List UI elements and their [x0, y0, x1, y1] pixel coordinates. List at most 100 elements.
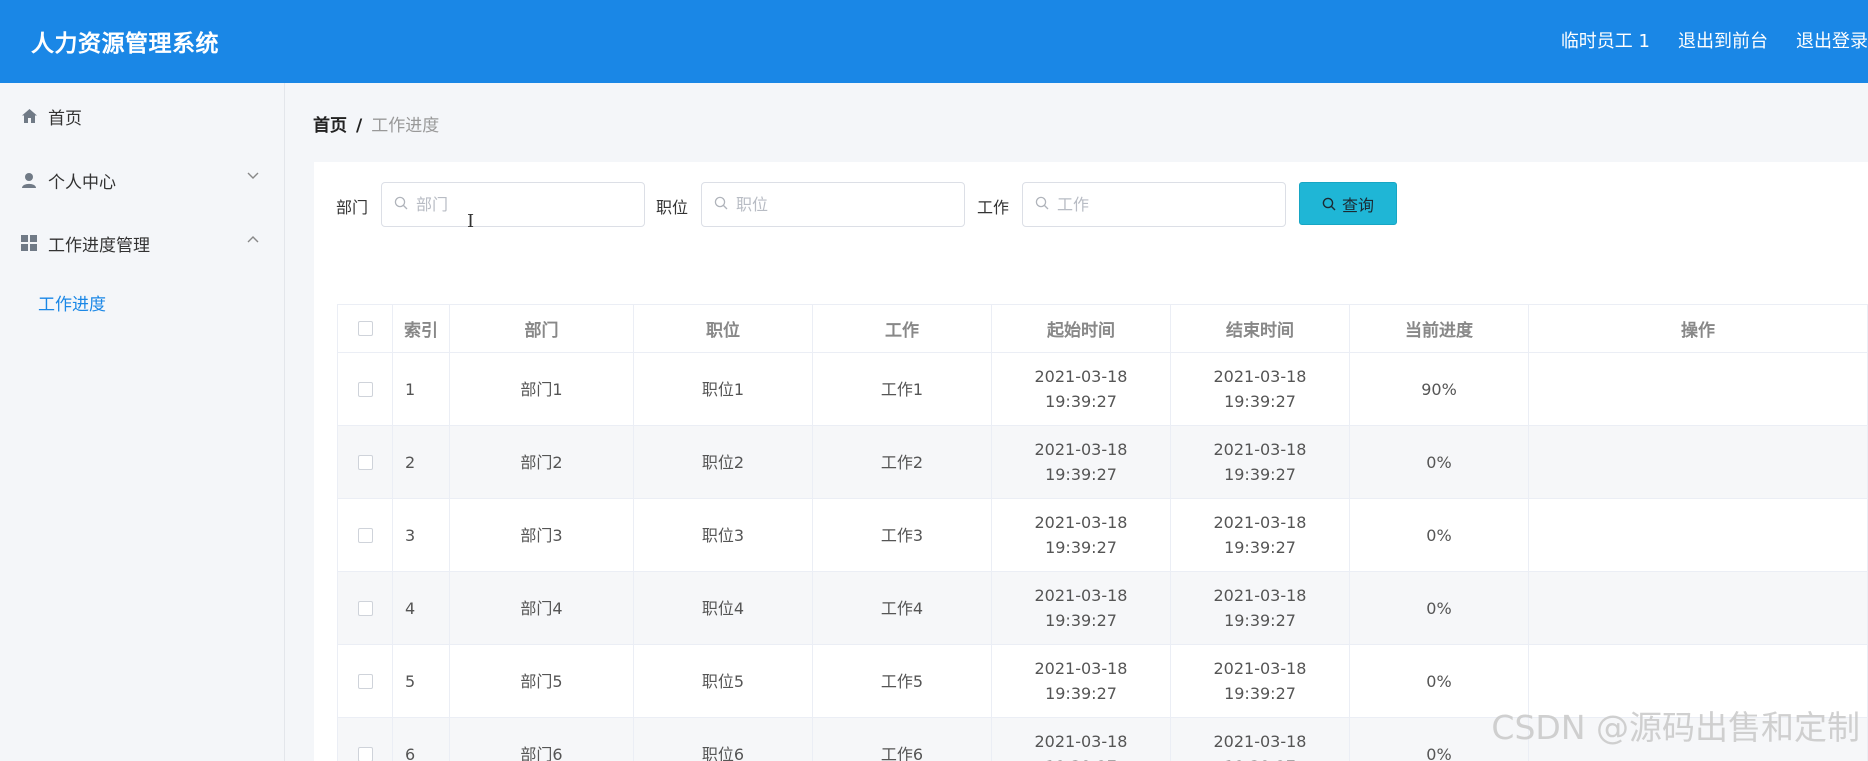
search-icon	[394, 195, 408, 214]
cell-start-time: 2021-03-18 19:39:27	[992, 499, 1171, 571]
cell-job: 工作3	[813, 499, 992, 571]
cell-job: 工作1	[813, 353, 992, 425]
user-icon	[20, 171, 38, 189]
job-search-input[interactable]	[1057, 195, 1277, 214]
column-header-start-time: 起始时间	[992, 305, 1171, 352]
job-label: 工作	[977, 198, 1010, 217]
cell-position: 职位1	[634, 353, 813, 425]
cell-progress: 0%	[1350, 572, 1529, 644]
cell-end-time: 2021-03-18 19:39:27	[1171, 499, 1350, 571]
cell-end-time: 2021-03-18 19:39:27	[1171, 353, 1350, 425]
row-select-cell	[337, 353, 393, 425]
cell-index: 1	[393, 353, 450, 425]
sidebar-item-home[interactable]: 首页	[0, 91, 285, 141]
exit-to-front-link[interactable]: 退出到前台	[1678, 27, 1768, 53]
table-row: 3 部门3 职位3 工作3 2021-03-18 19:39:27 2021-0…	[337, 499, 1868, 572]
cell-dept: 部门2	[450, 426, 634, 498]
search-form: 部门 职位 工作	[314, 182, 1868, 227]
dept-search-input[interactable]	[416, 195, 636, 214]
select-all-cell	[337, 305, 393, 352]
cell-job: 工作2	[813, 426, 992, 498]
column-header-index: 索引	[393, 305, 450, 352]
cell-job: 工作5	[813, 645, 992, 717]
column-header-end-time: 结束时间	[1171, 305, 1350, 352]
sidebar-item-personal-center[interactable]: 个人中心	[0, 155, 285, 205]
row-select-cell	[337, 718, 393, 761]
table-row: 4 部门4 职位4 工作4 2021-03-18 19:39:27 2021-0…	[337, 572, 1868, 645]
cell-end-time: 2021-03-18 19:39:27	[1171, 572, 1350, 644]
sidebar-item-work-progress-management[interactable]: 工作进度管理	[0, 218, 285, 268]
select-all-checkbox[interactable]	[357, 321, 373, 336]
column-header-position: 职位	[634, 305, 813, 352]
text-cursor-icon: I	[467, 211, 475, 232]
cell-job: 工作6	[813, 718, 992, 761]
cell-start-time: 2021-03-18 19:39:27	[992, 353, 1171, 425]
content-card: 部门 职位 工作	[314, 162, 1868, 761]
cell-dept: 部门6	[450, 718, 634, 761]
chevron-up-icon	[247, 232, 259, 246]
row-select-cell	[337, 645, 393, 717]
cell-actions	[1529, 426, 1868, 498]
sidebar-subitem-work-progress[interactable]: 工作进度	[38, 290, 106, 315]
cell-actions	[1529, 572, 1868, 644]
breadcrumb-separator: /	[356, 116, 363, 136]
cell-position: 职位4	[634, 572, 813, 644]
cell-index: 3	[393, 499, 450, 571]
cell-job: 工作4	[813, 572, 992, 644]
cell-actions	[1529, 499, 1868, 571]
cell-start-time: 2021-03-18 19:39:27	[992, 572, 1171, 644]
home-icon	[20, 107, 38, 125]
row-checkbox[interactable]	[357, 527, 373, 543]
grid-icon	[20, 234, 38, 252]
cell-progress: 90%	[1350, 353, 1529, 425]
row-checkbox[interactable]	[357, 454, 373, 470]
breadcrumb-current: 工作进度	[371, 116, 440, 136]
search-icon	[1322, 197, 1336, 211]
top-bar: 人力资源管理系统 临时员工 1 退出到前台 退出登录	[0, 0, 1868, 83]
cell-index: 2	[393, 426, 450, 498]
chevron-down-icon	[247, 169, 259, 183]
cell-position: 职位5	[634, 645, 813, 717]
query-button-label: 查询	[1341, 195, 1374, 215]
cell-end-time: 2021-03-18 19:39:27	[1171, 426, 1350, 498]
cell-position: 职位6	[634, 718, 813, 761]
row-select-cell	[337, 499, 393, 571]
column-header-actions: 操作	[1529, 305, 1868, 352]
row-checkbox[interactable]	[357, 673, 373, 689]
row-checkbox[interactable]	[357, 746, 373, 761]
main-content: 首页 / 工作进度 部门 职位 工作	[286, 83, 1868, 761]
sidebar: 首页 个人中心 工作进度管理 工作进度	[0, 83, 285, 761]
cell-index: 6	[393, 718, 450, 761]
row-select-cell	[337, 426, 393, 498]
query-button[interactable]: 查询	[1299, 182, 1397, 225]
cell-dept: 部门5	[450, 645, 634, 717]
position-label: 职位	[656, 198, 689, 217]
row-checkbox[interactable]	[357, 600, 373, 616]
sidebar-item-label: 个人中心	[48, 172, 116, 193]
cell-dept: 部门1	[450, 353, 634, 425]
cell-position: 职位3	[634, 499, 813, 571]
header-links: 临时员工 1 退出到前台 退出登录	[1533, 27, 1868, 53]
cell-index: 5	[393, 645, 450, 717]
search-icon	[1035, 195, 1049, 214]
cell-start-time: 2021-03-18 19:39:27	[992, 718, 1171, 761]
cell-start-time: 2021-03-18 19:39:27	[992, 426, 1171, 498]
row-checkbox[interactable]	[357, 381, 373, 397]
cell-index: 4	[393, 572, 450, 644]
job-search-field	[1022, 182, 1286, 227]
cell-dept: 部门3	[450, 499, 634, 571]
sidebar-item-label: 首页	[48, 108, 82, 129]
row-select-cell	[337, 572, 393, 644]
column-header-dept: 部门	[450, 305, 634, 352]
progress-table: 索引 部门 职位 工作 起始时间 结束时间 当前进度 操作 1 部门1 职位1 …	[337, 304, 1868, 761]
breadcrumb: 首页 / 工作进度	[313, 111, 439, 136]
table-header: 索引 部门 职位 工作 起始时间 结束时间 当前进度 操作	[337, 304, 1868, 353]
current-user-link[interactable]: 临时员工 1	[1561, 27, 1650, 53]
dept-search-field	[381, 182, 645, 227]
position-search-input[interactable]	[736, 195, 956, 214]
breadcrumb-home[interactable]: 首页	[313, 116, 347, 136]
logout-link[interactable]: 退出登录	[1796, 27, 1868, 53]
column-header-progress: 当前进度	[1350, 305, 1529, 352]
position-search-field	[701, 182, 965, 227]
search-icon	[714, 195, 728, 214]
